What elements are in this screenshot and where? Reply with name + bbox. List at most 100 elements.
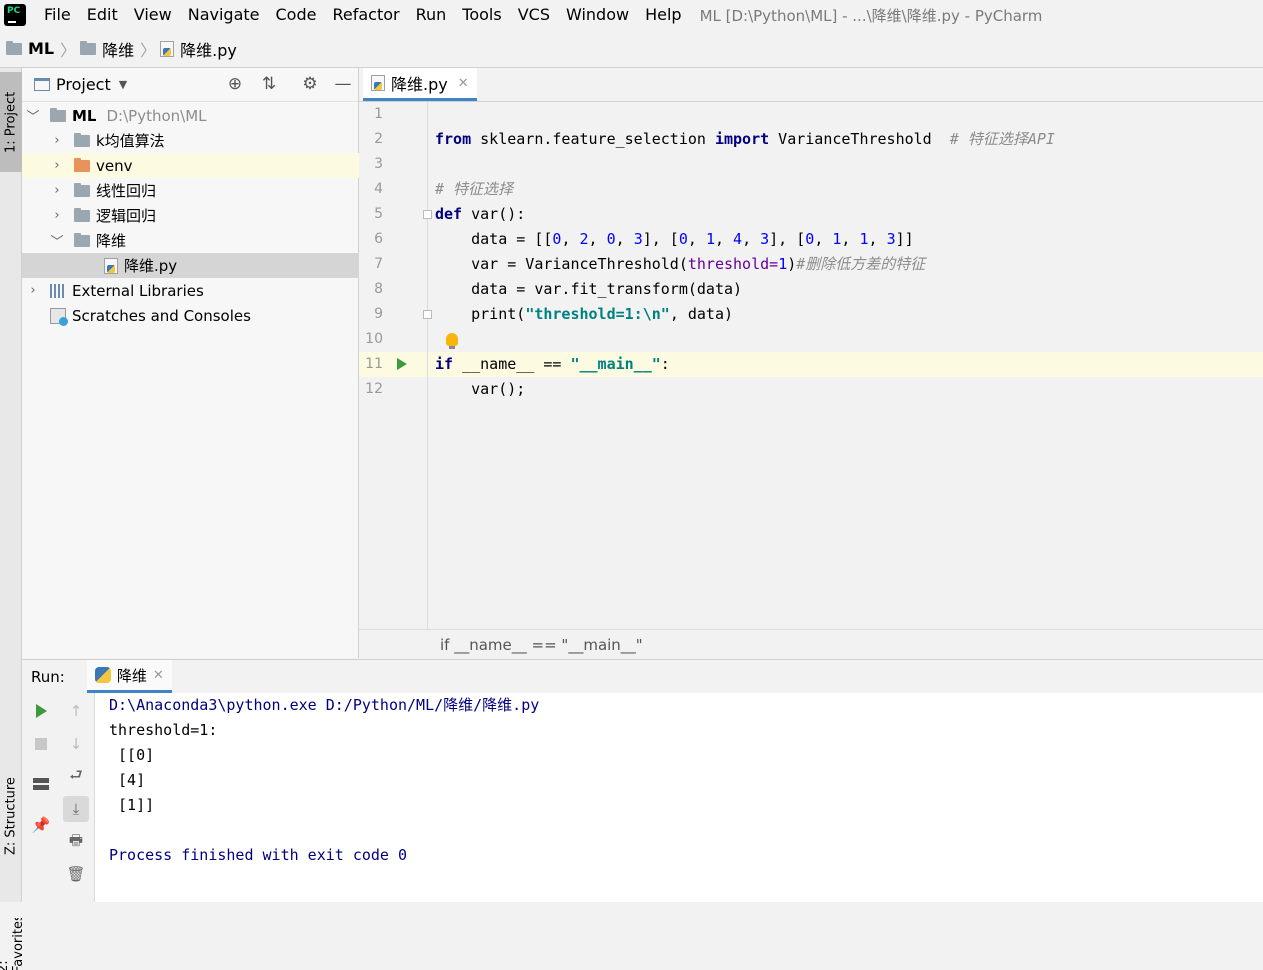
menu-refactor[interactable]: Refactor (324, 0, 407, 30)
code-keyword: import (714, 130, 770, 148)
print-icon[interactable]: 🖶 (65, 831, 87, 853)
chevron-right-icon[interactable]: › (50, 133, 64, 148)
menu-file[interactable]: File (36, 0, 79, 30)
code-line: var(); (435, 377, 525, 402)
close-icon[interactable]: ✕ (153, 668, 164, 683)
menu-vcs[interactable]: VCS (510, 0, 558, 30)
tree-item-label: 降维.py (124, 257, 178, 275)
editor-tab-file[interactable]: 降维.py ✕ (363, 68, 477, 101)
close-icon[interactable]: ✕ (458, 76, 469, 91)
code-number: 0 (606, 230, 616, 248)
code-line: from sklearn.feature_selection import Va… (435, 127, 1055, 152)
menu-code[interactable]: Code (268, 0, 325, 30)
line-number: 7 (374, 256, 383, 272)
code-line: data = [[0, 2, 0, 3], [0, 1, 4, 3], [0, … (435, 227, 914, 252)
folder-icon (74, 207, 90, 222)
tool-tab-favorites[interactable]: 2: Favorites (0, 918, 22, 970)
tree-item-ml[interactable]: ﹀ ML D:\Python\ML (22, 103, 359, 128)
tree-item-venv[interactable]: › venv (22, 153, 359, 178)
lightbulb-icon[interactable] (446, 333, 458, 349)
breadcrumb-label: 降维 (102, 40, 135, 60)
breadcrumb-item-folder[interactable]: 降维 (80, 37, 134, 61)
menu-run[interactable]: Run (408, 0, 455, 30)
tree-item-linear-regression[interactable]: › 线性回归 (22, 178, 359, 203)
code-text: , (687, 230, 706, 248)
layout-icon[interactable] (30, 773, 52, 795)
chevron-right-icon[interactable]: › (50, 158, 64, 173)
menu-tools[interactable]: Tools (454, 0, 509, 30)
menu-bar: PC File Edit View Navigate Code Refactor… (0, 0, 1263, 30)
gear-icon[interactable]: ⚙ (300, 74, 320, 94)
chevron-down-icon[interactable]: ﹀ (26, 106, 40, 125)
tree-item-label: k均值算法 (96, 132, 165, 150)
code-text: , data) (669, 305, 734, 323)
code-text: ], [ (642, 230, 679, 248)
menu-edit[interactable]: Edit (79, 0, 126, 30)
tree-item-logistic-regression[interactable]: › 逻辑回归 (22, 203, 359, 228)
pin-icon[interactable]: 📌 (30, 814, 52, 836)
code-editor[interactable]: from sklearn.feature_selection import Va… (428, 102, 1263, 629)
code-text: , (814, 230, 833, 248)
scroll-to-end-icon[interactable]: ⤓ (63, 796, 89, 822)
code-line: data = var.fit_transform(data) (435, 277, 742, 302)
code-text: ) (787, 255, 797, 273)
tool-tab-project[interactable]: 1: Project (0, 72, 22, 172)
breadcrumb-item-file[interactable]: 降维.py (160, 37, 237, 61)
tree-item-dim-reduction[interactable]: ﹀ 降维 (22, 228, 359, 253)
line-number: 9 (374, 306, 383, 322)
menu-window[interactable]: Window (558, 0, 637, 30)
stop-icon[interactable] (30, 733, 52, 755)
folder-icon (6, 40, 22, 55)
run-tab[interactable]: 降维 ✕ (86, 660, 172, 693)
arrow-up-icon[interactable]: ↑ (65, 700, 87, 722)
run-tab-label: 降维 (116, 666, 147, 685)
project-view-icon (34, 78, 50, 91)
folder-icon (50, 107, 66, 122)
collapse-all-icon[interactable]: ⇅ (259, 74, 279, 94)
chevron-down-icon[interactable]: ﹀ (50, 231, 64, 250)
rerun-icon[interactable] (30, 700, 52, 722)
console-line: D:\Anaconda3\python.exe D:/Python/ML/降维/… (109, 696, 540, 714)
breadcrumb-item-ml[interactable]: ML (6, 39, 54, 58)
tree-item-kmeans[interactable]: › k均值算法 (22, 128, 359, 153)
line-number: 12 (365, 381, 383, 397)
code-number: 1 (859, 230, 869, 248)
tree-item-scratches[interactable]: Scratches and Consoles (22, 303, 359, 328)
run-panel-label: Run: (31, 667, 65, 686)
run-console[interactable]: D:\Anaconda3\python.exe D:/Python/ML/降维/… (95, 693, 1263, 902)
tree-item-external-libraries[interactable]: › External Libraries (22, 278, 359, 303)
tool-tab-structure[interactable]: Z: Structure (0, 736, 22, 896)
line-number: 1 (374, 106, 383, 122)
code-number: 2 (579, 230, 589, 248)
chevron-right-icon[interactable]: › (26, 283, 40, 298)
chevron-down-icon[interactable]: ▼ (119, 78, 127, 91)
tool-tab-label: Z: Structure (3, 777, 19, 855)
tree-item-label: venv (96, 156, 133, 175)
chevron-right-icon[interactable]: › (50, 183, 64, 198)
menu-help[interactable]: Help (637, 0, 689, 30)
code-text: : (660, 355, 670, 373)
menu-navigate[interactable]: Navigate (180, 0, 268, 30)
code-number: 1 (705, 230, 715, 248)
soft-wrap-icon[interactable]: ⮐ (65, 766, 87, 788)
code-text: VarianceThreshold (769, 130, 950, 148)
menu-view[interactable]: View (126, 0, 180, 30)
breadcrumb-label: ML (28, 39, 55, 58)
project-view-selector[interactable]: Project (56, 75, 111, 94)
editor-tab-label: 降维.py (391, 75, 448, 94)
line-number: 3 (374, 156, 383, 172)
code-parameter: threshold= (687, 255, 779, 273)
hide-panel-icon[interactable]: — (333, 74, 353, 94)
tree-item-file[interactable]: 降维.py (22, 253, 359, 278)
locate-file-icon[interactable]: ⊕ (225, 74, 245, 94)
project-panel: Project ▼ ⊕ ⇅ ⚙ — ﹀ ML D:\Python\ML › k均… (22, 68, 359, 658)
code-text: , (742, 230, 761, 248)
trash-icon[interactable]: 🗑 (65, 863, 87, 885)
arrow-down-icon[interactable]: ↓ (65, 733, 87, 755)
run-gutter-icon[interactable] (397, 358, 407, 370)
chevron-right-icon[interactable]: › (50, 208, 64, 223)
code-text: data = [[ (435, 230, 553, 248)
python-icon (94, 667, 111, 683)
code-text: ], [ (769, 230, 806, 248)
editor-breadcrumb[interactable]: if __name__ == "__main__" (359, 629, 1263, 659)
